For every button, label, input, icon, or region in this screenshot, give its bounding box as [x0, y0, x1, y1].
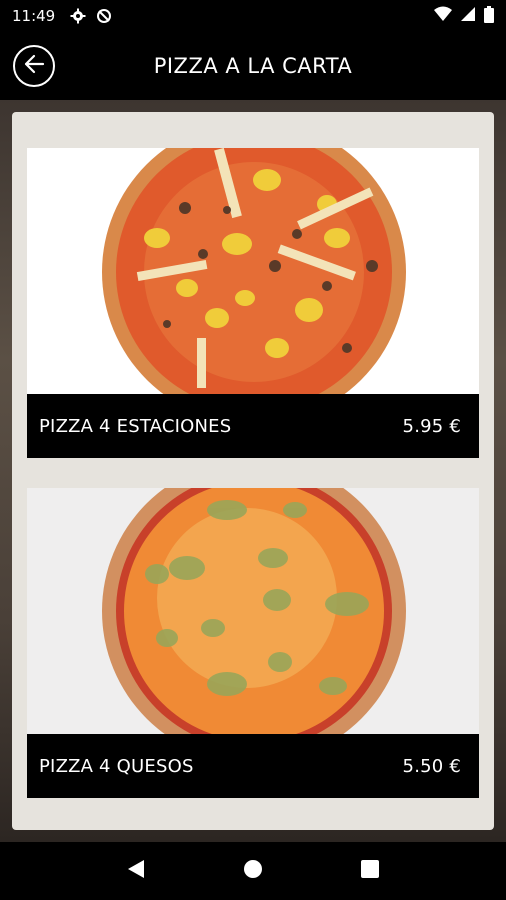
signal-icon	[460, 6, 476, 26]
system-nav-bar	[0, 842, 506, 900]
page-title: PIZZA A LA CARTA	[153, 54, 353, 78]
wifi-icon	[434, 6, 452, 26]
no-sync-icon	[95, 7, 113, 25]
back-triangle-icon	[127, 859, 145, 883]
pizza-4-estaciones-image	[27, 148, 479, 394]
menu-item-name: PIZZA 4 ESTACIONES	[39, 415, 232, 437]
menu-item-name: PIZZA 4 QUESOS	[39, 755, 194, 777]
pizza-4-quesos-image	[27, 488, 479, 734]
app-bar: PIZZA A LA CARTA	[0, 32, 506, 100]
status-bar: 11:49	[0, 0, 506, 32]
nav-back-button[interactable]	[121, 856, 151, 886]
nav-home-button[interactable]	[238, 856, 268, 886]
menu-panel: PIZZA 4 ESTACIONES 5.95 € PIZZA 4 QUESOS…	[12, 112, 494, 830]
nav-recents-button[interactable]	[355, 856, 385, 886]
back-button[interactable]	[13, 45, 55, 87]
battery-icon	[484, 5, 494, 27]
menu-item-caption: PIZZA 4 ESTACIONES 5.95 €	[27, 394, 479, 458]
status-time: 11:49	[12, 7, 56, 25]
menu-item-card[interactable]: PIZZA 4 QUESOS 5.50 €	[27, 488, 479, 798]
gear-icon	[69, 7, 87, 25]
recents-square-icon	[360, 860, 379, 882]
home-circle-icon	[243, 859, 263, 883]
menu-item-price: 5.50 €	[402, 755, 461, 777]
menu-item-price: 5.95 €	[402, 415, 461, 437]
menu-item-caption: PIZZA 4 QUESOS 5.50 €	[27, 734, 479, 798]
back-arrow-icon	[22, 52, 46, 80]
menu-item-card[interactable]: PIZZA 4 ESTACIONES 5.95 €	[27, 148, 479, 458]
